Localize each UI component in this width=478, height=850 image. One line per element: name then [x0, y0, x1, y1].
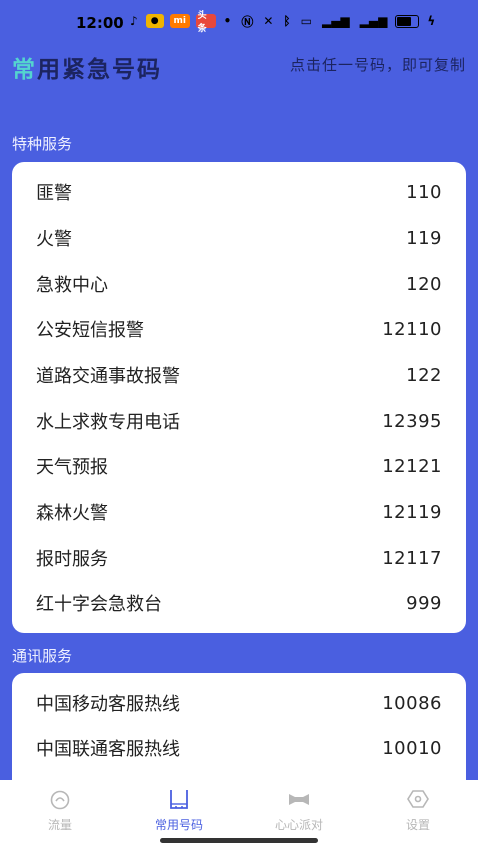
copy-hint: 点击任一号码，即可复制 [289, 56, 466, 74]
list-item[interactable]: 红十字会急救台 999 [36, 581, 442, 625]
list-item[interactable]: 公安短信报警 12110 [36, 307, 442, 351]
traffic-icon [50, 790, 70, 810]
service-name: 天气预报 [36, 457, 108, 478]
list-item[interactable]: 报时服务 12117 [36, 536, 442, 580]
tab-traffic[interactable]: 流量 [20, 788, 100, 832]
list-item[interactable]: 火警 119 [36, 216, 442, 260]
charging-icon: ϟ [427, 14, 436, 28]
service-number[interactable]: 12119 [382, 502, 442, 523]
status-time: 12:00 [76, 14, 124, 32]
status-icons: ♪ ● mi 头条 • Ⓝ ✕ ᛒ ▭ ▂▄▆ ▂▄▆ ϟ [128, 11, 437, 34]
service-number[interactable]: 999 [406, 593, 442, 614]
dot-icon: • [223, 14, 232, 28]
service-name: 水上求救专用电话 [36, 412, 180, 433]
service-number[interactable]: 12121 [382, 456, 442, 477]
tab-label: 设置 [405, 818, 430, 832]
special-services-card: 匪警 110 火警 119 急救中心 120 公安短信报警 12110 道路交通… [12, 162, 466, 633]
tab-settings[interactable]: 设置 [378, 788, 458, 832]
page-header: 常用紧急号码 点击任一号码，即可复制 [12, 46, 468, 83]
news-icon: 头条 [195, 11, 216, 34]
service-number[interactable]: 10010 [382, 738, 442, 759]
signal-icon: ▂▄▆ [321, 14, 350, 28]
bluetooth-icon: ᛒ [283, 14, 291, 28]
phone-book-icon [170, 790, 188, 809]
section-label-special: 特种服务 [12, 135, 73, 153]
service-number[interactable]: 12110 [382, 319, 442, 340]
nfc-icon: Ⓝ [241, 14, 254, 29]
section-label-telecom: 通讯服务 [12, 647, 73, 665]
list-item[interactable]: 水上求救专用电话 12395 [36, 399, 442, 443]
service-name: 红十字会急救台 [36, 594, 162, 615]
tiktok-icon: ♪ [130, 14, 138, 28]
service-number[interactable]: 120 [406, 274, 442, 295]
telecom-services-card: 中国移动客服热线 10086 中国联通客服热线 10010 [12, 673, 466, 780]
service-name: 匪警 [36, 183, 72, 204]
tab-label: 流量 [47, 818, 72, 832]
home-indicator[interactable] [160, 838, 318, 843]
battery-icon [395, 14, 420, 28]
list-item[interactable]: 道路交通事故报警 122 [36, 353, 442, 397]
tab-party[interactable]: 心心派对 [259, 788, 339, 832]
tab-label: 常用号码 [154, 818, 203, 832]
page-title: 常用紧急号码 [12, 50, 162, 84]
service-number[interactable]: 12395 [382, 411, 442, 432]
service-name: 急救中心 [36, 275, 108, 296]
settings-icon [407, 790, 429, 808]
signal-icon: ▂▄▆ [359, 14, 388, 28]
list-item[interactable]: 匪警 110 [36, 170, 442, 214]
party-icon [289, 794, 309, 805]
hd-icon: ▭ [300, 14, 312, 28]
service-number[interactable]: 119 [406, 228, 442, 249]
list-item[interactable]: 天气预报 12121 [36, 444, 442, 488]
service-name: 中国移动客服热线 [36, 694, 180, 715]
page-title-first: 常 [12, 57, 37, 83]
list-item[interactable]: 急救中心 120 [36, 262, 442, 306]
mute-icon: ✕ [263, 14, 274, 28]
page-title-rest: 用紧急号码 [37, 57, 162, 83]
service-name: 报时服务 [36, 549, 108, 570]
list-item[interactable]: 森林火警 12119 [36, 490, 442, 534]
app-icon-yellow: ● [145, 14, 164, 28]
service-number[interactable]: 10086 [382, 693, 442, 714]
list-item[interactable]: 中国联通客服热线 10010 [36, 726, 442, 770]
service-name: 森林火警 [36, 503, 108, 524]
mi-icon: mi [169, 14, 190, 28]
service-number[interactable]: 122 [406, 365, 442, 386]
service-name: 道路交通事故报警 [36, 366, 180, 387]
status-bar: 12:00 ♪ ● mi 头条 • Ⓝ ✕ ᛒ ▭ ▂▄▆ ▂▄▆ ϟ [0, 0, 478, 46]
list-item[interactable]: 中国移动客服热线 10086 [36, 681, 442, 725]
service-name: 公安短信报警 [36, 320, 144, 341]
service-name: 火警 [36, 229, 72, 250]
service-number[interactable]: 110 [406, 182, 442, 203]
service-number[interactable]: 12117 [382, 548, 442, 569]
service-name: 中国联通客服热线 [36, 739, 180, 760]
tab-common-numbers[interactable]: 常用号码 [139, 788, 219, 832]
main-panel: 12:00 ♪ ● mi 头条 • Ⓝ ✕ ᛒ ▭ ▂▄▆ ▂▄▆ ϟ 常用紧急… [0, 0, 478, 780]
tab-label: 心心派对 [274, 818, 323, 832]
